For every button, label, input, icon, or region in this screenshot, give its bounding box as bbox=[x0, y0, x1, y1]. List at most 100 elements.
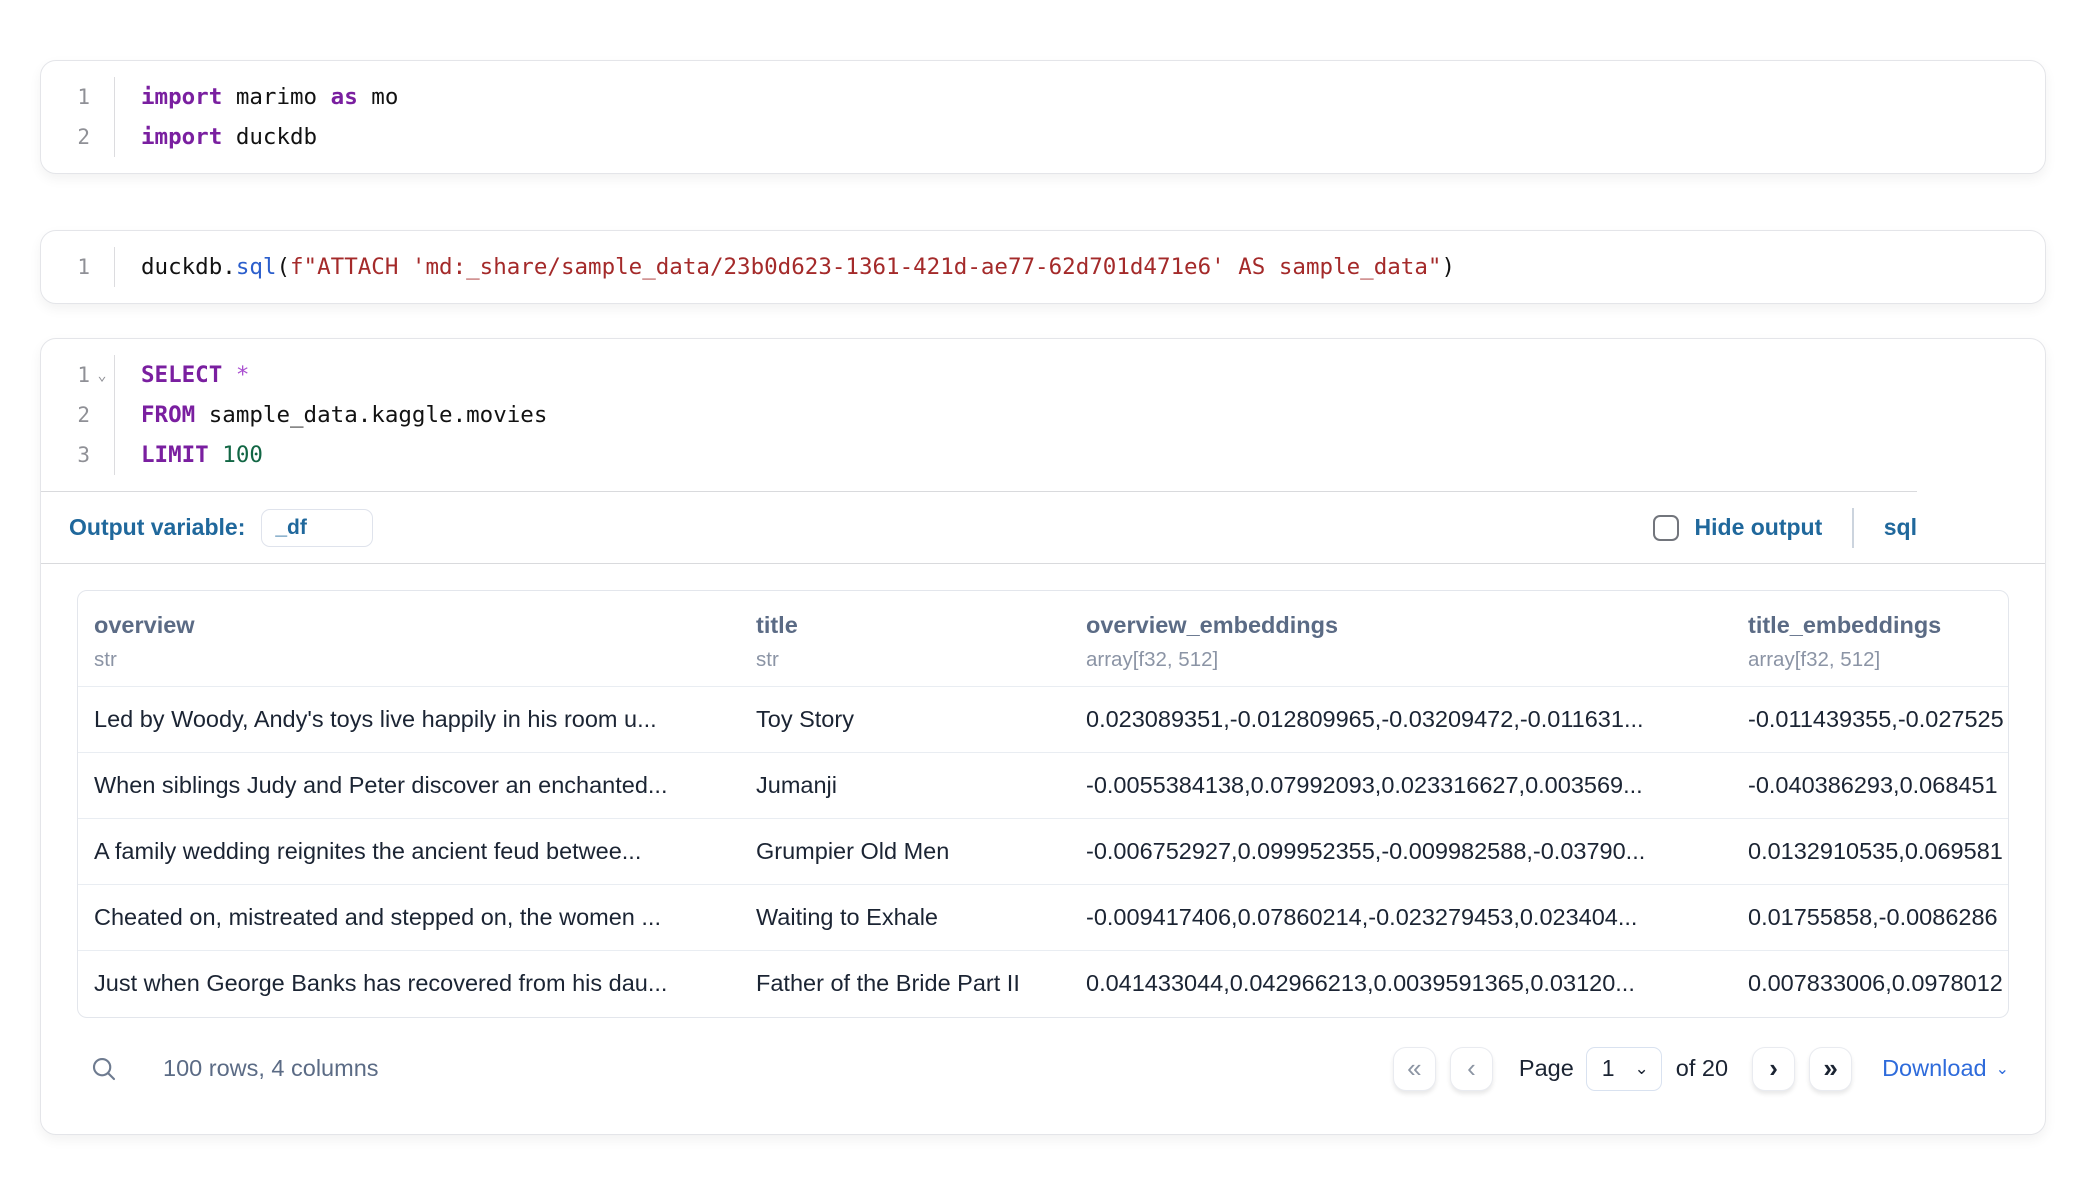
code-editor[interactable]: 1 import marimo as mo 2 import duckdb bbox=[41, 61, 2045, 173]
sql-cell-toolbar: Output variable: _df Hide output sql bbox=[41, 492, 2045, 564]
line-number: 3 bbox=[41, 435, 90, 475]
code-token: import bbox=[141, 124, 222, 150]
column-header[interactable]: title_embeddings array[f32, 512] bbox=[1732, 591, 2008, 687]
code-token bbox=[209, 442, 223, 468]
fold-chevron-icon[interactable]: ⌄ bbox=[90, 355, 114, 395]
table-row[interactable]: Cheated on, mistreated and stepped on, t… bbox=[78, 885, 2008, 951]
code-line[interactable]: 3 LIMIT 100 bbox=[41, 435, 2045, 475]
dataframe-table: overviewstr title str overview_embeddingsar… bbox=[77, 590, 2009, 1018]
code-token: LIMIT bbox=[141, 442, 209, 468]
column-name: overview_embeddings bbox=[1086, 611, 1716, 639]
line-number: 2 bbox=[41, 117, 90, 157]
line-gutter: 3 bbox=[41, 435, 115, 475]
code-text: duckdb.sql(f"ATTACH 'md:_share/sample_da… bbox=[115, 247, 1455, 287]
chevron-down-icon: ⌄ bbox=[1996, 1059, 2009, 1079]
table-cell: A family wedding reignites the ancient f… bbox=[78, 819, 740, 885]
column-name: overview bbox=[94, 611, 724, 639]
output-variable-input[interactable]: _df bbox=[261, 509, 373, 547]
table-cell: -0.009417406,0.07860214,-0.023279453,0.0… bbox=[1070, 885, 1732, 951]
download-button[interactable]: Download ⌄ bbox=[1882, 1055, 2009, 1082]
code-line[interactable]: 1 import marimo as mo bbox=[41, 77, 2045, 117]
code-token: duckdb bbox=[222, 124, 317, 150]
language-label[interactable]: sql bbox=[1884, 514, 1917, 541]
code-token: 100 bbox=[222, 442, 263, 468]
notebook-cell-sql: 1⌄SELECT *2FROM sample_data.kaggle.movie… bbox=[40, 338, 2046, 1135]
table-footer: 100 rows, 4 columns « ‹ Page 1 ⌄ of 20 ›… bbox=[77, 1042, 2009, 1096]
table-cell: -0.040386293,0.068451 bbox=[1732, 753, 2008, 819]
table-cell: 0.041433044,0.042966213,0.0039591365,0.0… bbox=[1070, 951, 1732, 1017]
code-token: ( bbox=[276, 254, 290, 280]
table-cell: Led by Woody, Andy's toys live happily i… bbox=[78, 687, 740, 753]
code-line[interactable]: 2 FROM sample_data.kaggle.movies bbox=[41, 395, 2045, 435]
next-page-button[interactable]: › bbox=[1752, 1047, 1795, 1091]
code-token: SELECT bbox=[141, 362, 222, 388]
code-token: FROM bbox=[141, 402, 195, 428]
notebook-cell-attach: 1 duckdb.sql(f"ATTACH 'md:_share/sample_d… bbox=[40, 230, 2046, 304]
code-token: mo bbox=[358, 84, 399, 110]
table-row[interactable]: When siblings Judy and Peter discover an… bbox=[78, 753, 2008, 819]
sql-code-editor[interactable]: 1⌄SELECT *2FROM sample_data.kaggle.movie… bbox=[41, 339, 2045, 491]
table-row[interactable]: Just when George Banks has recovered fro… bbox=[78, 951, 2008, 1017]
code-token: sample_data.kaggle.movies bbox=[195, 402, 547, 428]
table-cell: Grumpier Old Men bbox=[740, 819, 1070, 885]
code-text: SELECT * bbox=[115, 355, 249, 395]
code-text: LIMIT 100 bbox=[115, 435, 263, 475]
table-cell: 0.0132910535,0.069581 bbox=[1732, 819, 2008, 885]
line-gutter: 1⌄ bbox=[41, 355, 115, 395]
table-cell: 0.007833006,0.0978012 bbox=[1732, 951, 2008, 1017]
column-type: array[f32, 512] bbox=[1748, 648, 1992, 672]
table-cell: Just when George Banks has recovered fro… bbox=[78, 951, 740, 1017]
column-name: title bbox=[756, 611, 1054, 639]
hide-output-label: Hide output bbox=[1695, 514, 1823, 541]
page-label: Page bbox=[1519, 1055, 1574, 1082]
first-page-button[interactable]: « bbox=[1393, 1047, 1436, 1091]
toolbar-divider bbox=[1852, 508, 1854, 548]
line-gutter: 2 bbox=[41, 117, 115, 157]
line-gutter: 1 bbox=[41, 77, 115, 117]
code-token: import bbox=[141, 84, 222, 110]
code-token: as bbox=[331, 84, 358, 110]
code-text: FROM sample_data.kaggle.movies bbox=[115, 395, 547, 435]
notebook-cell-imports: 1 import marimo as mo 2 import duckdb bbox=[40, 60, 2046, 174]
table-cell: 0.01755858,-0.0086286 bbox=[1732, 885, 2008, 951]
code-line[interactable]: 1 duckdb.sql(f"ATTACH 'md:_share/sample_d… bbox=[41, 247, 2045, 287]
line-number: 1 bbox=[41, 77, 90, 117]
code-token: marimo bbox=[222, 84, 330, 110]
line-number: 1 bbox=[41, 247, 90, 287]
column-header[interactable]: overview_embeddings array[f32, 512] bbox=[1070, 591, 1732, 687]
code-text: import duckdb bbox=[115, 117, 317, 157]
search-icon[interactable] bbox=[89, 1054, 119, 1084]
table-cell: -0.0055384138,0.07992093,0.023316627,0.0… bbox=[1070, 753, 1732, 819]
page-number-select[interactable]: 1 ⌄ bbox=[1586, 1047, 1662, 1091]
download-label: Download bbox=[1882, 1055, 1987, 1082]
row-count-label: 100 rows, 4 columns bbox=[163, 1055, 379, 1082]
table-row[interactable]: A family wedding reignites the ancient f… bbox=[78, 819, 2008, 885]
table-header-row: overviewstr title str overview_embeddingsar… bbox=[78, 591, 2008, 687]
column-type: str bbox=[756, 648, 1054, 672]
column-name: title_embeddings bbox=[1748, 611, 1992, 639]
code-line[interactable]: 1⌄SELECT * bbox=[41, 355, 2045, 395]
prev-page-button[interactable]: ‹ bbox=[1450, 1047, 1493, 1091]
cell-output-area: overviewstr title str overview_embeddingsar… bbox=[41, 564, 2045, 1134]
line-number: 2 bbox=[41, 395, 90, 435]
last-page-button[interactable]: » bbox=[1809, 1047, 1852, 1091]
line-gutter: 2 bbox=[41, 395, 115, 435]
code-line[interactable]: 2 import duckdb bbox=[41, 117, 2045, 157]
column-header[interactable]: title str bbox=[740, 591, 1070, 687]
column-header[interactable]: overviewstr bbox=[78, 591, 740, 687]
code-token bbox=[222, 362, 236, 388]
code-text: import marimo as mo bbox=[115, 77, 398, 117]
code-token: * bbox=[236, 362, 250, 388]
chevron-down-icon: ⌄ bbox=[1635, 1059, 1649, 1079]
code-token: ) bbox=[1441, 254, 1455, 280]
table-row[interactable]: Led by Woody, Andy's toys live happily i… bbox=[78, 687, 2008, 753]
table-cell: -0.011439355,-0.027525 bbox=[1732, 687, 2008, 753]
table-cell: Father of the Bride Part II bbox=[740, 951, 1070, 1017]
line-gutter: 1 bbox=[41, 247, 115, 287]
column-type: array[f32, 512] bbox=[1086, 648, 1716, 672]
hide-output-checkbox[interactable] bbox=[1653, 515, 1679, 541]
code-editor[interactable]: 1 duckdb.sql(f"ATTACH 'md:_share/sample_d… bbox=[41, 231, 2045, 303]
table-cell: Toy Story bbox=[740, 687, 1070, 753]
table-cell: -0.006752927,0.099952355,-0.009982588,-0… bbox=[1070, 819, 1732, 885]
table-cell: Cheated on, mistreated and stepped on, t… bbox=[78, 885, 740, 951]
